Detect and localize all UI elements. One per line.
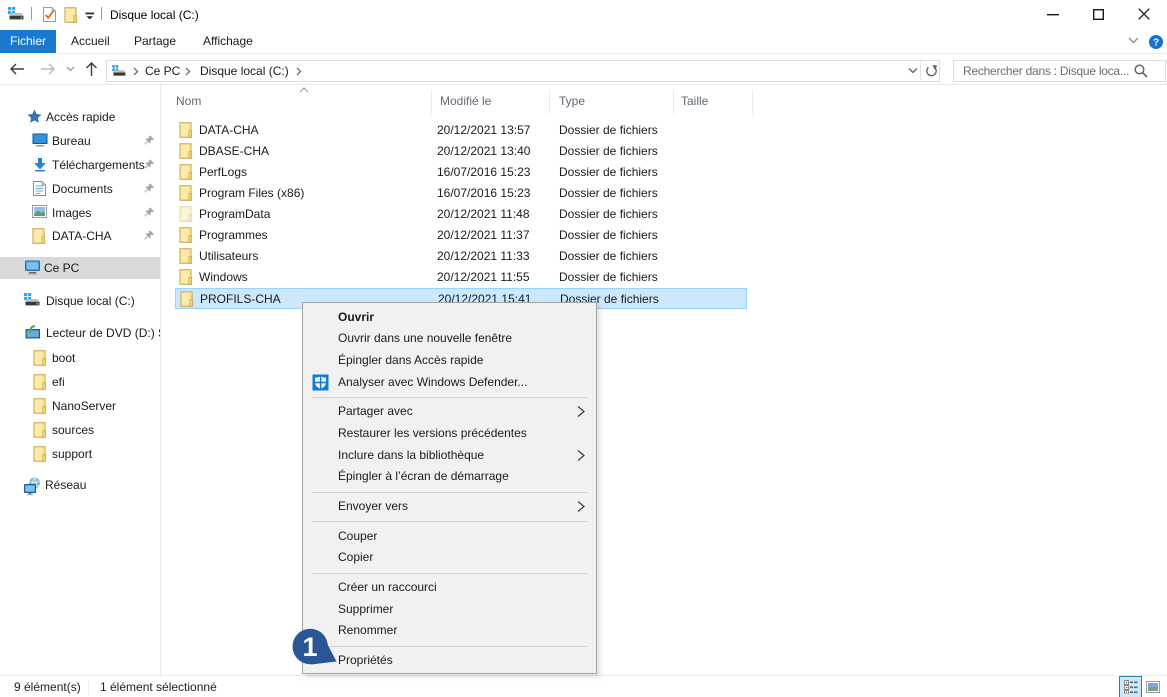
svg-text:1: 1 (302, 632, 317, 662)
svg-text:?: ? (1153, 38, 1159, 49)
